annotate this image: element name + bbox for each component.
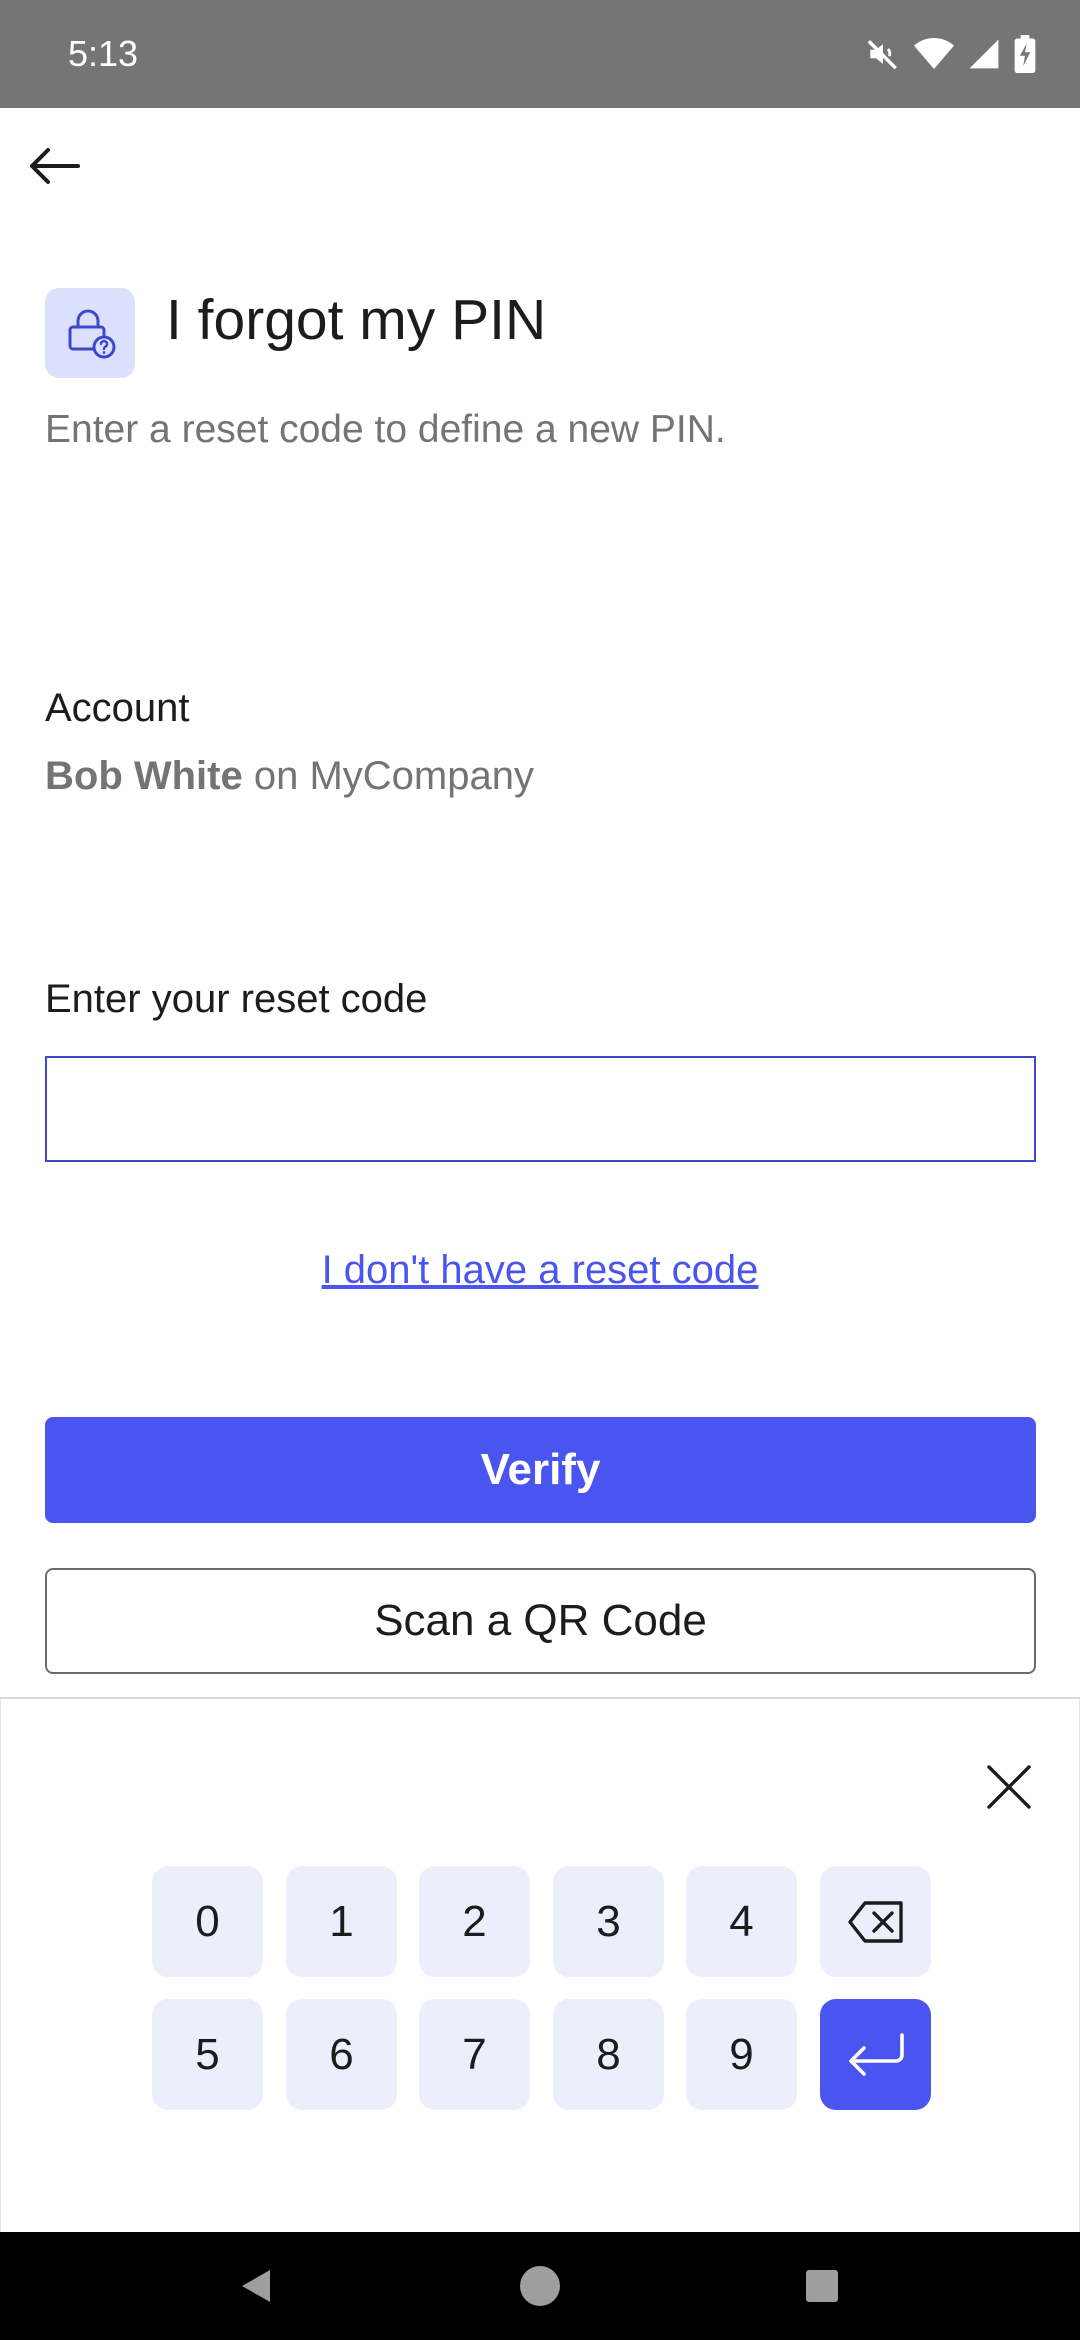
back-button[interactable]	[18, 130, 90, 202]
no-reset-code-link-row: I don't have a reset code	[0, 1244, 1080, 1296]
key-3[interactable]: 3	[553, 1866, 664, 1977]
account-label: Account	[45, 686, 190, 730]
system-nav-bar	[0, 2232, 1080, 2340]
status-bar: 5:13	[0, 0, 1080, 108]
reset-code-label: Enter your reset code	[45, 977, 428, 1021]
signal-icon	[968, 38, 1000, 70]
key-7[interactable]: 7	[419, 1999, 530, 2110]
mute-icon	[866, 37, 900, 71]
scan-qr-code-button[interactable]: Scan a QR Code	[45, 1568, 1036, 1674]
keypad-panel: 0 1 2 3 4 5 6 7 8 9	[0, 1697, 1080, 2232]
account-name: Bob White	[45, 754, 243, 798]
account-value: Bob White on MyCompany	[45, 752, 534, 800]
status-time: 5:13	[68, 33, 139, 74]
nav-recents-icon	[806, 2270, 838, 2302]
close-icon	[987, 1765, 1031, 1809]
key-5[interactable]: 5	[152, 1999, 263, 2110]
backspace-icon	[847, 1900, 903, 1943]
key-6[interactable]: 6	[286, 1999, 397, 2110]
battery-charging-icon	[1014, 35, 1036, 73]
nav-back-icon	[242, 2270, 270, 2302]
key-8[interactable]: 8	[553, 1999, 664, 2110]
reset-code-input[interactable]	[45, 1056, 1036, 1162]
no-reset-code-link[interactable]: I don't have a reset code	[322, 1248, 759, 1292]
verify-button[interactable]: Verify	[45, 1417, 1036, 1523]
key-9[interactable]: 9	[686, 1999, 797, 2110]
keypad-close-button[interactable]	[973, 1751, 1045, 1823]
backspace-key[interactable]	[820, 1866, 931, 1977]
arrow-left-icon	[30, 148, 80, 184]
key-0[interactable]: 0	[152, 1866, 263, 1977]
enter-key[interactable]	[820, 1999, 931, 2110]
key-4[interactable]: 4	[686, 1866, 797, 1977]
page-title: I forgot my PIN	[166, 288, 547, 352]
enter-icon	[848, 2032, 904, 2076]
status-icons	[866, 30, 1036, 78]
nav-home-icon	[520, 2266, 560, 2306]
nav-back-button[interactable]	[226, 2256, 286, 2316]
page-subtitle: Enter a reset code to define a new PIN.	[45, 408, 726, 451]
account-company: on MyCompany	[242, 754, 534, 798]
wifi-icon	[914, 37, 954, 71]
nav-home-button[interactable]	[510, 2256, 570, 2316]
key-1[interactable]: 1	[286, 1866, 397, 1977]
lock-question-icon	[45, 288, 135, 378]
key-2[interactable]: 2	[419, 1866, 530, 1977]
nav-recents-button[interactable]	[792, 2256, 852, 2316]
